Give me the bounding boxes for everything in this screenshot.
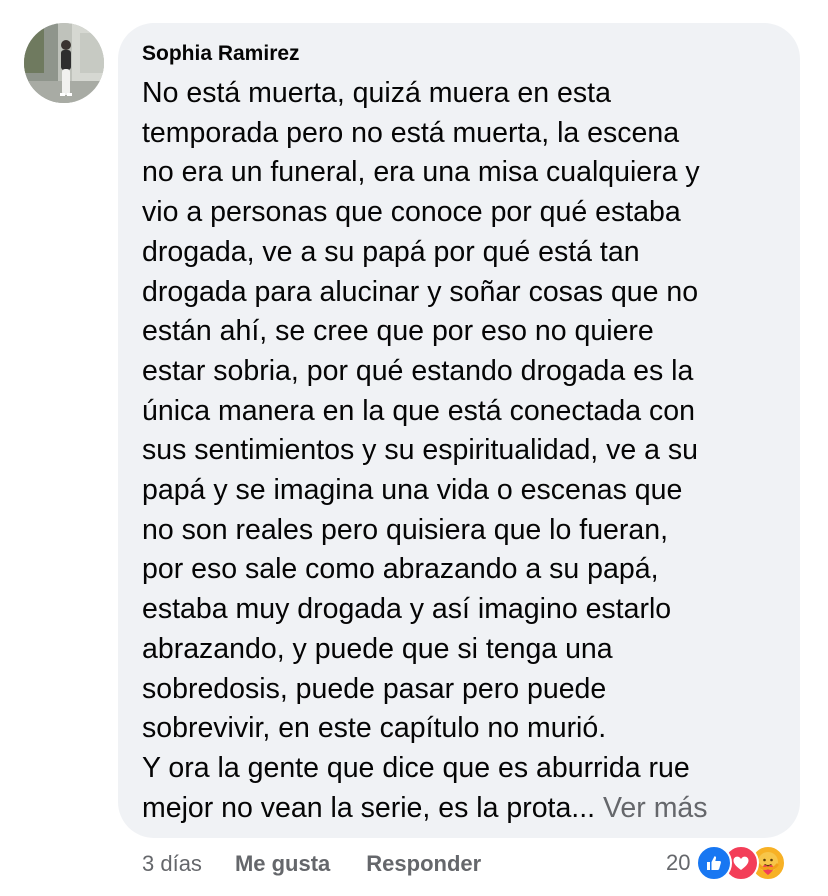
comment-line: Y ora la gente que dice que es aburrida … — [142, 751, 690, 784]
comment-bubble: Sophia Ramirez No está muerta, quizá mue… — [118, 23, 800, 838]
comment-line: por eso sale como abrazando a su papá, — [142, 553, 659, 586]
comment-actions: 3 días Me gusta Responder — [142, 848, 481, 880]
comment-line: drogada, ve a su papá por qué está tan — [142, 235, 640, 268]
reactions-summary[interactable]: 20 — [666, 845, 787, 881]
timestamp[interactable]: 3 días — [142, 851, 202, 877]
comment-line: no era un funeral, era una misa cualquie… — [142, 156, 700, 189]
author-name[interactable]: Sophia Ramirez — [142, 40, 776, 68]
comment: Sophia Ramirez No está muerta, quizá mue… — [0, 0, 828, 896]
reply-button[interactable]: Responder — [366, 851, 481, 877]
see-more-link[interactable]: Ver más — [603, 792, 708, 824]
comment-line: sobredosis, puede pasar pero puede — [142, 672, 607, 705]
comment-line: temporada pero no está muerta, la escena — [142, 116, 680, 149]
comment-line-text: mejor no vean la serie, es la prota... — [142, 791, 596, 824]
like-icon — [696, 845, 733, 881]
comment-line: están ahí, se cree que por eso no quiere — [142, 315, 654, 348]
comment-line: estar sobria, por qué estando drogada es… — [142, 354, 694, 387]
comment-line: vio a personas que conoce por qué estaba — [142, 196, 681, 229]
comment-line: No está muerta, quizá muera en esta — [142, 77, 611, 109]
comment-line: sus sentimientos y su espiritualidad, ve… — [142, 434, 699, 467]
comment-line: papá y se imagina una vida o escenas que — [142, 474, 683, 507]
like-button[interactable]: Me gusta — [235, 851, 330, 877]
comment-line: abrazando, y puede que si tenga una — [142, 632, 613, 665]
comment-last-line: mejor no vean la serie, es la prota... V… — [142, 789, 776, 829]
comment-line: drogada para alucinar y soñar cosas que … — [142, 275, 699, 308]
avatar[interactable] — [24, 23, 104, 103]
avatar-photo — [24, 23, 104, 103]
reaction-count: 20 — [666, 850, 691, 875]
comment-line: única manera en la que está conectada co… — [142, 394, 695, 427]
comment-line: estaba muy drogada y así imagino estarlo — [142, 593, 672, 626]
comment-line: sobrevivir, en este capítulo no murió. — [142, 712, 607, 745]
comment-line: no son reales pero quisiera que lo fuera… — [142, 513, 669, 546]
comment-text: No está muerta, quizá muera en esta temp… — [142, 74, 776, 828]
